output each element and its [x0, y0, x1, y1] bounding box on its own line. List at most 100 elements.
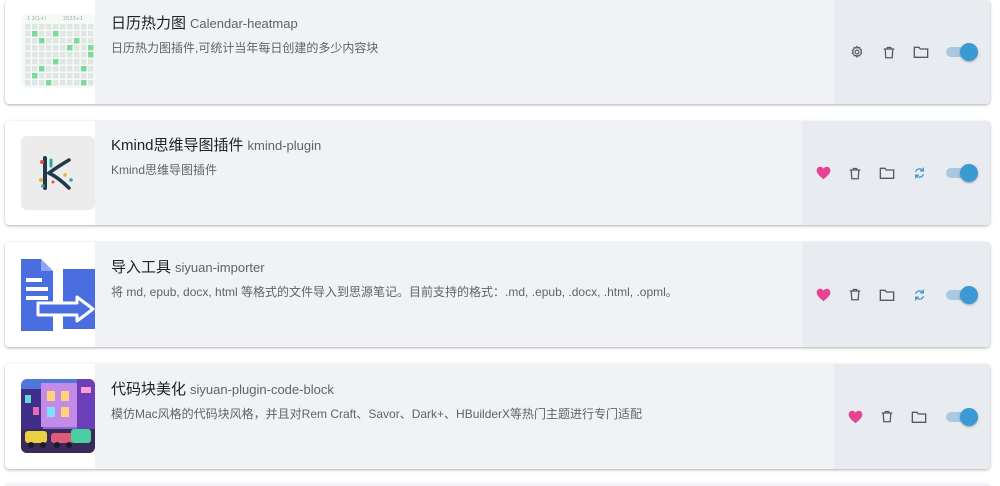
heatmap-cell — [81, 38, 87, 44]
plugin-title-line: 代码块美化 siyuan-plugin-code-block — [111, 380, 820, 400]
uninstall-button[interactable] — [844, 162, 866, 184]
update-button[interactable] — [908, 284, 930, 306]
heatmap-cell — [88, 52, 94, 58]
heatmap-cell — [25, 24, 31, 30]
heatmap-cell — [32, 80, 38, 86]
heatmap-cell — [25, 66, 31, 72]
code-block-artwork-icon — [21, 379, 95, 453]
plugin-title: Kmind思维导图插件 — [111, 137, 244, 154]
heatmap-cell — [46, 45, 52, 51]
heatmap-cell — [53, 66, 59, 72]
heatmap-cell — [81, 31, 87, 37]
settings-button[interactable] — [846, 41, 868, 63]
plugin-package-name: siyuan-importer — [175, 260, 265, 275]
enable-toggle[interactable] — [946, 285, 978, 304]
heatmap-cell — [25, 73, 31, 79]
heatmap-cell — [46, 24, 52, 30]
heatmap-cell — [60, 66, 66, 72]
heatmap-cell — [81, 24, 87, 30]
heatmap-cell — [39, 31, 45, 37]
enable-toggle[interactable] — [946, 43, 978, 61]
trash-icon — [881, 410, 893, 423]
heatmap-cell — [32, 59, 38, 65]
favorite-button[interactable] — [844, 406, 866, 428]
uninstall-button[interactable] — [844, 284, 866, 306]
heatmap-cell — [67, 24, 73, 30]
trash-icon — [849, 167, 861, 179]
plugin-actions — [834, 364, 990, 469]
heatmap-cell — [46, 59, 52, 65]
heatmap-cell — [60, 73, 66, 79]
heatmap-cell — [67, 45, 73, 51]
open-folder-button[interactable] — [876, 162, 898, 184]
update-button[interactable] — [908, 162, 930, 184]
plugin-icon-column — [5, 364, 95, 469]
folder-icon — [911, 411, 927, 423]
heatmap-cell — [60, 38, 66, 44]
plugin-icon-column — [5, 242, 95, 347]
refresh-icon — [914, 288, 924, 301]
plugin-package-name: siyuan-plugin-code-block — [190, 382, 334, 397]
heatmap-cell — [67, 59, 73, 65]
heatmap-cell — [25, 59, 31, 65]
heatmap-cell — [60, 31, 66, 37]
plugin-title-line: Kmind思维导图插件 kmind-plugin — [111, 136, 820, 156]
uninstall-button[interactable] — [876, 406, 898, 428]
heatmap-cell — [67, 66, 73, 72]
open-folder-button[interactable] — [876, 284, 898, 306]
thumb-label-right: 2023+1 — [63, 16, 83, 22]
heatmap-cell — [32, 73, 38, 79]
heatmap-cell — [88, 66, 94, 72]
heatmap-cell — [60, 80, 66, 86]
gear-icon — [851, 45, 863, 59]
heatmap-cell — [74, 73, 80, 79]
heatmap-cell — [25, 80, 31, 86]
plugin-icon-column: 1 2(1+) 2023+1 — [5, 0, 95, 104]
enable-toggle[interactable] — [946, 407, 978, 426]
heatmap-cell — [32, 66, 38, 72]
heatmap-cell — [81, 80, 87, 86]
heatmap-cell — [39, 38, 45, 44]
folder-icon — [879, 289, 895, 301]
heatmap-cell — [67, 38, 73, 44]
toggle-knob — [960, 43, 978, 61]
plugin-description: Kmind思维导图插件 — [111, 163, 218, 177]
heatmap-cell — [81, 66, 87, 72]
heatmap-cell — [53, 59, 59, 65]
heart-icon — [848, 410, 862, 423]
plugin-actions — [834, 0, 990, 104]
heart-icon — [816, 166, 830, 180]
refresh-icon — [914, 167, 924, 179]
trash-icon — [849, 288, 861, 301]
heatmap-cell — [88, 73, 94, 79]
favorite-button[interactable] — [812, 162, 834, 184]
heatmap-cell — [53, 52, 59, 58]
open-folder-button[interactable] — [908, 406, 930, 428]
heatmap-cell — [74, 31, 80, 37]
uninstall-button[interactable] — [878, 41, 900, 63]
toggle-knob — [960, 164, 978, 182]
plugin-title: 导入工具 — [111, 259, 172, 276]
heatmap-cell — [60, 24, 66, 30]
plugin-icon-column — [5, 121, 95, 225]
heatmap-cell — [25, 45, 31, 51]
heatmap-cell — [39, 24, 45, 30]
open-folder-button[interactable] — [910, 41, 932, 63]
heatmap-cell — [88, 38, 94, 44]
heatmap-cell — [60, 59, 66, 65]
enable-toggle[interactable] — [946, 164, 978, 182]
toggle-knob — [960, 407, 978, 426]
heatmap-cell — [25, 31, 31, 37]
heatmap-cell — [25, 38, 31, 44]
heatmap-cell — [74, 66, 80, 72]
favorite-button[interactable] — [812, 284, 834, 306]
plugin-card: 导入工具 siyuan-importer 将 md, epub, docx, ht… — [5, 242, 990, 347]
heatmap-cell — [53, 31, 59, 37]
heatmap-cell — [67, 52, 73, 58]
heatmap-cell — [60, 52, 66, 58]
heatmap-cell — [39, 59, 45, 65]
heatmap-cell — [25, 52, 31, 58]
heatmap-cell — [32, 52, 38, 58]
plugin-card: 1 2(1+) 2023+1 日历热力图 Calendar-heatmap 日历热… — [5, 0, 990, 104]
toggle-knob — [960, 285, 978, 304]
